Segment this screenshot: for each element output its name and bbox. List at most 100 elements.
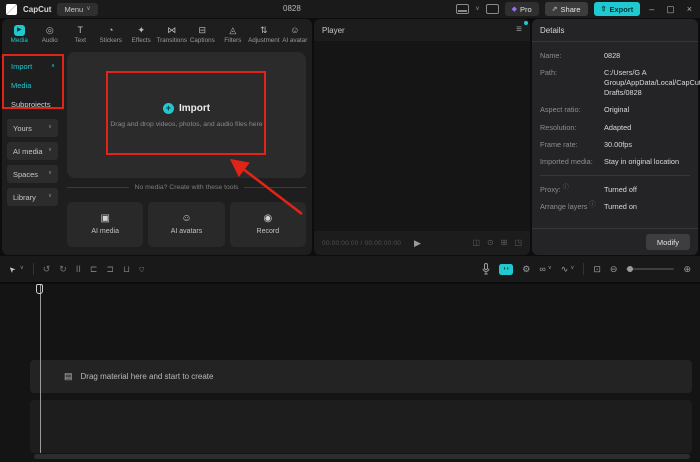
sidebar-item-media[interactable]: Media [2, 76, 63, 95]
title-bar: CapCut Menu ∨ 0828 ∨ ◆ Pro ⇗ Share ⇧ Exp… [0, 0, 700, 18]
record-icon: ◉ [263, 213, 273, 224]
import-label: Import [178, 102, 211, 114]
aspect-ratio-icon[interactable]: ⊞ [501, 239, 508, 247]
tab-filters[interactable]: ◬ Filters [218, 25, 249, 44]
split-icon[interactable]: II [76, 264, 81, 274]
play-button[interactable]: ▶ [414, 238, 421, 248]
timeline-toolbar: ➤ ∨ ↺ ↻ II ⊏ ⊐ ⊔ ⌂ ◖◗ ⚙ ∞ ∨ ∿ ∨ ⊡ ⊖ ⊕ [0, 256, 700, 283]
tab-captions[interactable]: ⊟ Captions [187, 25, 218, 44]
delete-icon[interactable]: ⊔ [123, 264, 130, 274]
redo-icon[interactable]: ↻ [59, 264, 67, 274]
record-card[interactable]: ◉ Record [229, 202, 306, 247]
timeline-area[interactable]: ▤ Drag material here and start to create [0, 284, 700, 462]
timecode: 00:00:00:00 / 00:00:00:00 [322, 239, 402, 247]
ai-media-card[interactable]: ▣ AI media [67, 202, 144, 247]
playhead-handle[interactable] [36, 284, 43, 294]
chevron-down-icon[interactable]: ∨ [20, 266, 24, 272]
microphone-icon[interactable] [482, 263, 490, 275]
tab-stickers[interactable]: ◔ Stickers [96, 25, 127, 44]
timeline-placeholder: Drag material here and start to create [80, 372, 214, 381]
zoom-in-icon[interactable]: ⊕ [683, 264, 691, 274]
minimize-button[interactable]: – [646, 4, 657, 14]
delete-left-icon[interactable]: ⊏ [90, 264, 98, 274]
fullscreen-icon[interactable]: ◳ [514, 239, 522, 247]
player-menu-icon[interactable]: ≡ [516, 25, 522, 35]
transitions-icon: ⋈ [167, 24, 177, 35]
playhead-line [40, 284, 41, 453]
audio-wave-icon: ∿ [560, 263, 569, 274]
plus-icon: + [162, 102, 174, 114]
zoom-slider-knob[interactable] [627, 266, 634, 272]
menu-button[interactable]: Menu ∨ [57, 2, 98, 16]
captions-icon: ⊟ [198, 24, 207, 35]
panel-layout-alt-icon[interactable] [485, 4, 499, 14]
delete-right-icon[interactable]: ⊐ [106, 264, 114, 274]
export-button[interactable]: ⇧ Export [593, 2, 641, 16]
media-content: + Import Drag and drop videos, photos, a… [63, 49, 312, 254]
diamond-icon: ◆ [511, 5, 517, 13]
ai-avatars-card[interactable]: ☺ AI avatars [148, 202, 225, 247]
sidebar-item-yours[interactable]: Yours ∨ [7, 119, 58, 137]
auto-snap-icon[interactable]: ◖◗ [499, 263, 514, 275]
preview-quality-icon[interactable]: ◫ [472, 239, 480, 247]
chevron-down-icon: ∨ [47, 193, 52, 200]
detail-row-imported-media: Imported media: Stay in original locatio… [540, 157, 680, 167]
zoom-out-icon[interactable]: ⊖ [610, 264, 618, 274]
ai-media-icon: ▣ [100, 213, 110, 224]
empty-track-area[interactable] [30, 400, 692, 453]
maximize-button[interactable]: ▢ [663, 4, 678, 15]
details-title: Details [532, 19, 698, 42]
focus-icon[interactable]: ⊙ [487, 239, 494, 247]
detail-row-name: Name: 0828 [540, 51, 621, 60]
share-button[interactable]: ⇗ Share [544, 2, 588, 16]
tab-transitions[interactable]: ⋈ Transitions [157, 25, 188, 44]
main-track-drop-area[interactable]: ▤ Drag material here and start to create [30, 360, 692, 393]
chevron-down-icon: ∨ [547, 265, 552, 272]
tab-effects[interactable]: ✦ Effects [126, 25, 157, 44]
sidebar-item-subprojects[interactable]: Subprojects [2, 95, 63, 114]
panel-layout-icon[interactable] [456, 4, 470, 14]
effects-icon: ✦ [137, 24, 146, 35]
close-button[interactable]: × [684, 4, 695, 14]
media-icon: ▶ [13, 24, 25, 36]
app-name: CapCut [23, 4, 52, 14]
tab-text[interactable]: T Text [65, 25, 96, 44]
timeline-zoom-slider[interactable] [626, 266, 675, 272]
sidebar-item-import[interactable]: Import ∧ [2, 57, 63, 76]
share-icon: ⇗ [551, 5, 558, 13]
sidebar-item-library[interactable]: Library ∨ [7, 188, 58, 206]
tab-ai-avatar[interactable]: ☺ AI avatar [280, 25, 311, 44]
import-dropzone[interactable]: + Import Drag and drop videos, photos, a… [67, 52, 306, 178]
detail-row-aspect-ratio: Aspect ratio: Original [540, 105, 630, 115]
modify-button[interactable]: Modify [645, 234, 690, 250]
mask-icon[interactable]: ⌂ [139, 265, 144, 275]
media-panel: ▶ Media ◎ Audio T Text ◔ Stickers ✦ Effe… [2, 19, 312, 255]
detail-row-path: Path: C:/Users/G A Group/AppData/Local/C… [540, 68, 700, 98]
details-divider [540, 174, 690, 176]
capcut-logo-icon [6, 3, 17, 15]
magnetic-track-icon[interactable]: ⚙ [522, 264, 530, 274]
chevron-down-icon: ∨ [47, 170, 52, 177]
info-icon[interactable]: ⓘ [563, 185, 569, 191]
sidebar-item-spaces[interactable]: Spaces ∨ [7, 165, 58, 183]
select-tool-icon[interactable]: ➤ [6, 264, 17, 275]
player-panel: Player ≡ 00:00:00:00 / 00:00:00:00 ▶ ◫ ⊙… [314, 19, 530, 255]
detail-row-frame-rate: Frame rate: 30.00fps [540, 140, 632, 150]
info-icon[interactable]: ⓘ [589, 202, 595, 208]
no-media-divider: No media? Create with these tools [67, 184, 306, 191]
pro-button[interactable]: ◆ Pro [504, 2, 539, 16]
audio-wave-toggle[interactable]: ∿ ∨ [560, 263, 575, 274]
undo-icon[interactable]: ↺ [43, 264, 51, 274]
chevron-down-icon: ∨ [86, 6, 91, 12]
tab-media[interactable]: ▶ Media [4, 24, 35, 44]
detail-row-arrange-layers: Arrange layers ⓘ Turned on [540, 202, 637, 212]
sidebar-item-ai-media[interactable]: AI media ∨ [7, 142, 58, 160]
player-viewport[interactable] [314, 41, 530, 231]
detail-row-resolution: Resolution: Adapted [540, 122, 632, 132]
timeline-scrollbar[interactable] [34, 454, 690, 459]
tab-audio[interactable]: ◎ Audio [35, 25, 66, 44]
link-toggle[interactable]: ∞ ∨ [539, 264, 552, 274]
layout-caret-icon[interactable]: ∨ [475, 6, 479, 12]
tab-adjustment[interactable]: ⇅ Adjustment [248, 25, 280, 44]
timeline-preview-icon[interactable]: ⊡ [593, 264, 601, 274]
